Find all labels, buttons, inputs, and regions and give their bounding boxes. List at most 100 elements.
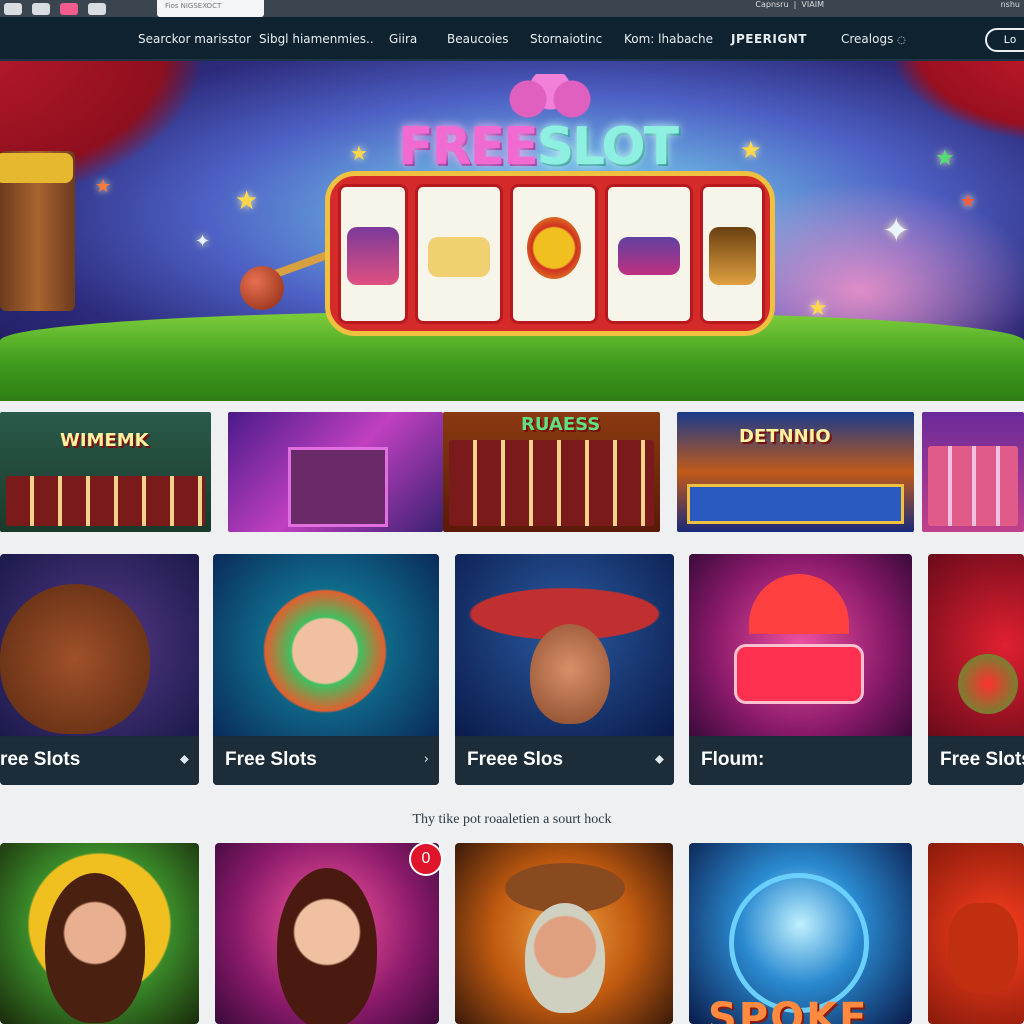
- game-card-title: ree Slots: [0, 749, 81, 770]
- game-card-title: Free Slots: [940, 749, 1024, 770]
- section-caption: Thy tike pot roaaletien a sourt hock: [412, 812, 612, 827]
- portal-ring: [729, 873, 869, 1013]
- window-icon[interactable]: [4, 2, 22, 15]
- thumbnail-card[interactable]: RUAESS: [443, 412, 660, 532]
- nav-item-beaucoies[interactable]: Beaucoies: [447, 32, 508, 46]
- game-card-art: [0, 554, 199, 736]
- mermaid-character: [261, 574, 389, 714]
- hero-title-free: FREE: [398, 117, 539, 177]
- featured-thumbnails: WIMEMK RUAESS DETNNIO: [0, 412, 1024, 532]
- address-search-input[interactable]: Fios NIGSEXOCT: [157, 0, 264, 17]
- thumbnail-reels: [928, 446, 1018, 526]
- nav-item-giira[interactable]: Giira: [389, 32, 417, 46]
- thumbnail-label: DETNNIO: [739, 426, 831, 447]
- reel: [510, 184, 598, 324]
- reel-symbol: [428, 237, 490, 277]
- nav-item-singles[interactable]: Sibgl hiamenmies..: [259, 32, 374, 46]
- reel: [415, 184, 503, 324]
- reel: [700, 184, 765, 324]
- thumbnail-card[interactable]: [228, 412, 443, 532]
- hero-banner[interactable]: ★ ★ ★ ★ ★ ★ ★ ✦ ✦ FREESLOT: [0, 61, 1024, 401]
- topbar-status-3: nshu: [1000, 0, 1020, 9]
- main-navigation: Searckor marisstor Sibgl hiamenmies.. Gi…: [0, 17, 1024, 61]
- reel-symbol: [347, 227, 399, 285]
- menu-icon[interactable]: [88, 2, 106, 15]
- game-card[interactable]: [0, 843, 199, 1024]
- neon-sign-bottom: [734, 644, 864, 704]
- login-button[interactable]: Lo: [985, 28, 1024, 52]
- star-icon: ★: [235, 186, 259, 216]
- nav-item-jackpot[interactable]: JPEERIGNT: [731, 32, 807, 46]
- loading-icon: ◌: [897, 35, 906, 46]
- woman-character: [45, 873, 145, 1023]
- game-card-art: [213, 554, 439, 736]
- old-man-character: [525, 903, 605, 1013]
- reel-symbol: [527, 217, 581, 279]
- tiki-pillar-cap: [0, 153, 73, 183]
- fruit-symbol: [958, 654, 1018, 714]
- chevron-right-icon: ⬥: [654, 752, 664, 767]
- thumbnail-label: WIMEMK: [60, 430, 149, 451]
- thumbnail-reels: [687, 484, 904, 524]
- thumbnail-card[interactable]: WIMEMK: [0, 412, 211, 532]
- game-card-bar: Freee Slos ⬥: [455, 737, 674, 785]
- reel-symbol: [618, 237, 680, 275]
- thumbnail-label: RUAESS: [521, 414, 601, 435]
- game-card[interactable]: [928, 843, 1024, 1024]
- thumbnail-reels: [449, 440, 654, 526]
- thumbnail-reels: [6, 476, 205, 526]
- star-icon: ★: [935, 146, 955, 171]
- app-icon[interactable]: [32, 2, 50, 15]
- star-icon: ★: [740, 136, 762, 164]
- game-card-art: [928, 554, 1024, 736]
- curtain-right: [894, 61, 1024, 141]
- game-card-title: Freee Slos: [467, 749, 564, 770]
- game-card-art: [455, 554, 674, 736]
- star-icon: ★: [95, 176, 112, 197]
- notification-badge: 0: [409, 842, 443, 876]
- game-card[interactable]: Free Slots ›: [213, 554, 439, 785]
- slot-machine: [325, 171, 775, 336]
- nav-item-stornaiotinc[interactable]: Stornaiotinc: [530, 32, 602, 46]
- nav-item-search[interactable]: Searckor marisstor: [138, 32, 251, 46]
- game-card[interactable]: ree Slots ⬥: [0, 554, 199, 785]
- topbar-status-2: VIAIM: [801, 0, 824, 9]
- hero-title-slot: SLOT: [536, 117, 679, 177]
- game-card[interactable]: Freee Slos ⬥: [455, 554, 674, 785]
- nav-item-kom[interactable]: Kom: lhabache: [624, 32, 713, 46]
- topbar-status-text: Capnsru | VIAIM: [755, 0, 824, 9]
- woman-character: [277, 868, 377, 1024]
- lever-knob[interactable]: [240, 266, 284, 310]
- game-card-bar: Free Slots ›: [213, 737, 439, 785]
- thumbnail-door: [288, 447, 388, 527]
- notification-icon[interactable]: [60, 2, 78, 15]
- reel-symbol: [709, 227, 756, 285]
- thumbnail-card[interactable]: DETNNIO: [677, 412, 914, 532]
- bear-character: [0, 584, 150, 734]
- reel: [605, 184, 693, 324]
- reel: [338, 184, 408, 324]
- game-card-title: Free Slots: [225, 749, 317, 770]
- nav-item-crealogs-label: Crealogs: [841, 32, 894, 46]
- star-icon: ★: [960, 191, 977, 212]
- sparkle-icon: ✦: [882, 211, 911, 251]
- star-icon: ★: [350, 141, 368, 165]
- game-card[interactable]: Free Slots: [928, 554, 1024, 785]
- game-card-art: [689, 554, 912, 736]
- man-character: [530, 624, 610, 724]
- game-card-bar: Floum:: [689, 737, 912, 785]
- game-card[interactable]: [215, 843, 439, 1024]
- chevron-right-icon: ›: [423, 752, 429, 767]
- game-card-bar: ree Slots ⬥: [0, 737, 199, 785]
- dragon-character: [948, 903, 1018, 993]
- hero-title: FREESLOT: [398, 117, 679, 177]
- sparkle-icon: ✦: [195, 231, 211, 252]
- game-card[interactable]: Floum:: [689, 554, 912, 785]
- game-card[interactable]: [455, 843, 673, 1024]
- game-card-bar: Free Slots: [928, 737, 1024, 785]
- game-card-logo: SPOKE: [708, 995, 869, 1024]
- chevron-right-icon: ⬥: [179, 752, 189, 767]
- topbar-icons: [0, 0, 106, 17]
- thumbnail-card[interactable]: [922, 412, 1024, 532]
- nav-item-crealogs[interactable]: Crealogs ◌: [841, 32, 906, 46]
